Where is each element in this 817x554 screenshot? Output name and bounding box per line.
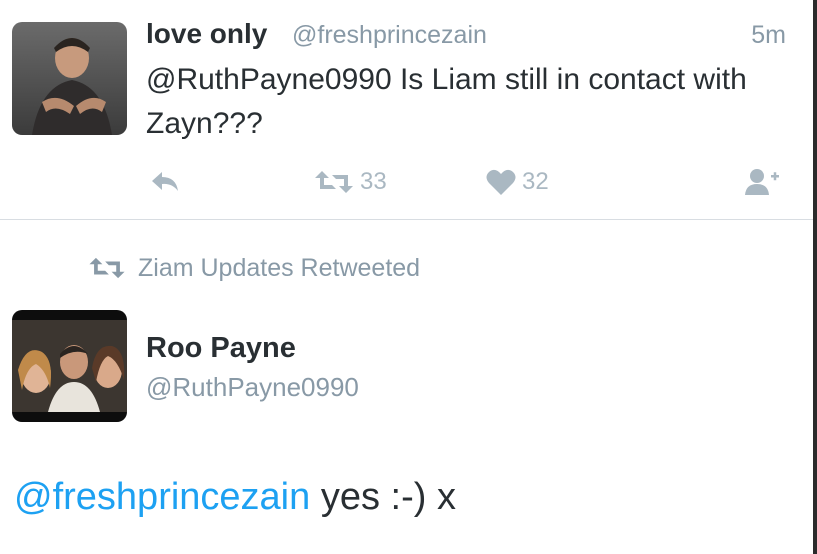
mention-link[interactable]: @freshprincezain bbox=[14, 476, 310, 518]
screen-edge bbox=[813, 0, 817, 554]
tweet-text-body: yes :-) x bbox=[310, 476, 456, 518]
avatar[interactable] bbox=[12, 22, 127, 135]
tweet-text: @freshprincezain yes :-) x bbox=[14, 476, 456, 519]
like-button[interactable]: 32 bbox=[486, 164, 549, 200]
tweet-divider bbox=[0, 219, 813, 220]
tweet-header: love only @freshprincezain 5m bbox=[146, 18, 786, 54]
username-handle[interactable]: @RuthPayne0990 bbox=[146, 372, 359, 403]
display-name[interactable]: love only bbox=[146, 18, 267, 50]
timestamp[interactable]: 5m bbox=[751, 21, 786, 50]
reply-icon bbox=[152, 172, 178, 191]
heart-icon bbox=[486, 169, 516, 195]
retweeted-by-context[interactable]: Ziam Updates Retweeted bbox=[88, 250, 420, 286]
follow-user-icon bbox=[745, 169, 779, 195]
tweet-actions: 33 32 bbox=[0, 164, 813, 200]
tweet-text: @RuthPayne0990 Is Liam still in contact … bbox=[146, 63, 747, 140]
retweet-count: 33 bbox=[360, 168, 387, 195]
avatar-image bbox=[12, 310, 127, 422]
tweet-card[interactable]: love only @freshprincezain 5m @RuthPayne… bbox=[0, 0, 813, 219]
display-name[interactable]: Roo Payne bbox=[146, 332, 296, 365]
avatar-image bbox=[12, 22, 127, 135]
retweet-icon bbox=[315, 171, 353, 193]
retweet-icon bbox=[89, 257, 125, 279]
retweet-button[interactable]: 33 bbox=[314, 164, 387, 200]
reply-button[interactable] bbox=[150, 164, 180, 200]
retweeted-by-label: Ziam Updates Retweeted bbox=[138, 253, 421, 282]
username-handle[interactable]: @freshprincezain bbox=[292, 21, 487, 50]
avatar[interactable] bbox=[12, 310, 127, 422]
follow-button[interactable] bbox=[744, 164, 780, 200]
like-count: 32 bbox=[522, 168, 549, 195]
